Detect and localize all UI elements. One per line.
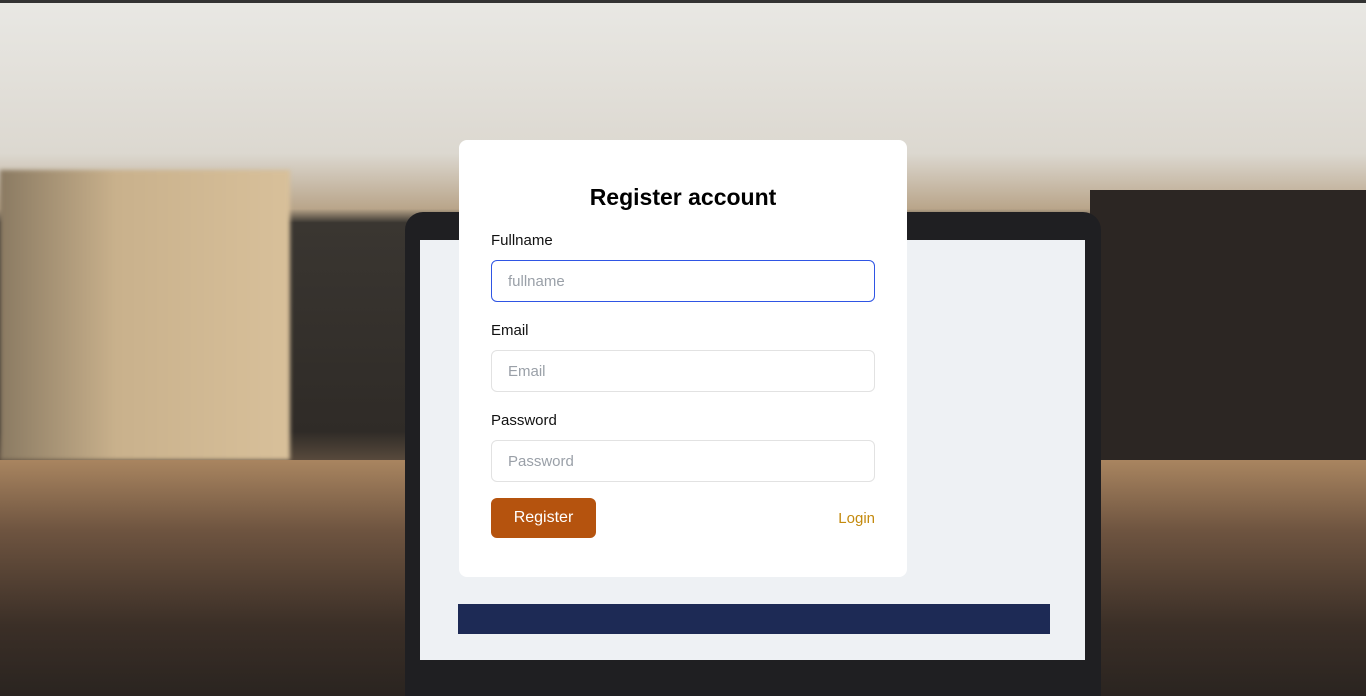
background-counter (1090, 190, 1366, 480)
email-label: Email (491, 322, 529, 339)
register-button[interactable]: Register (491, 498, 596, 538)
background-screen-banner (458, 604, 1050, 634)
email-input[interactable] (491, 350, 875, 392)
top-border (0, 0, 1366, 3)
background-cabinet (0, 170, 290, 460)
register-card: Register account Fullname Email Password… (459, 140, 907, 577)
fullname-input[interactable] (491, 260, 875, 302)
fullname-label: Fullname (491, 232, 553, 249)
login-link[interactable]: Login (838, 510, 875, 527)
password-label: Password (491, 412, 557, 429)
password-input[interactable] (491, 440, 875, 482)
page-title: Register account (589, 184, 777, 210)
